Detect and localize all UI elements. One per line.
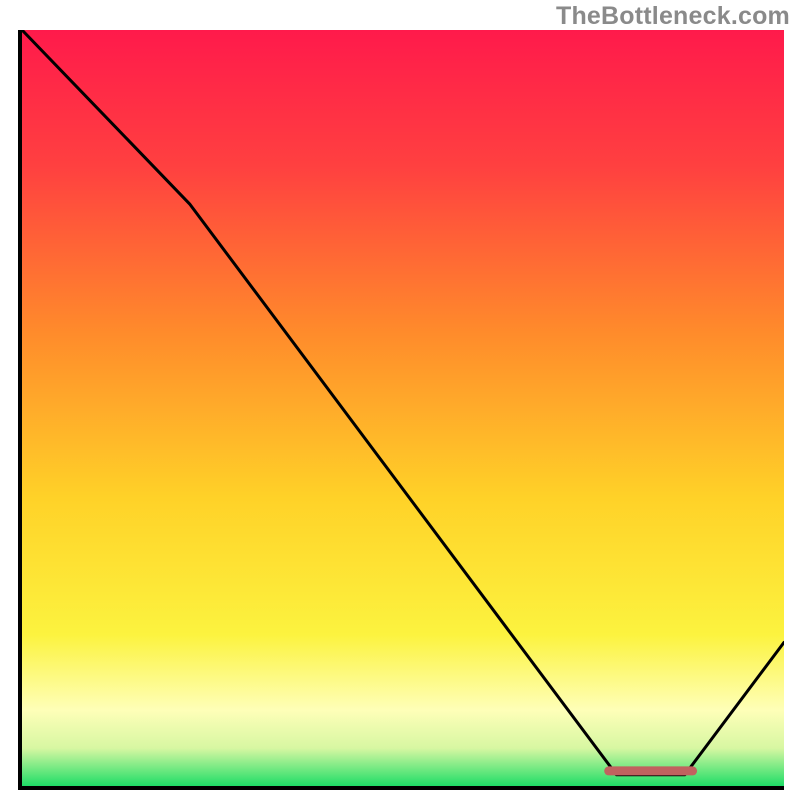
gradient-background [22, 30, 784, 786]
plot-area [22, 30, 784, 786]
plot-axes [18, 30, 784, 790]
watermark-text: TheBottleneck.com [556, 2, 790, 31]
chart-svg [22, 30, 784, 786]
chart-container: TheBottleneck.com [0, 0, 800, 800]
